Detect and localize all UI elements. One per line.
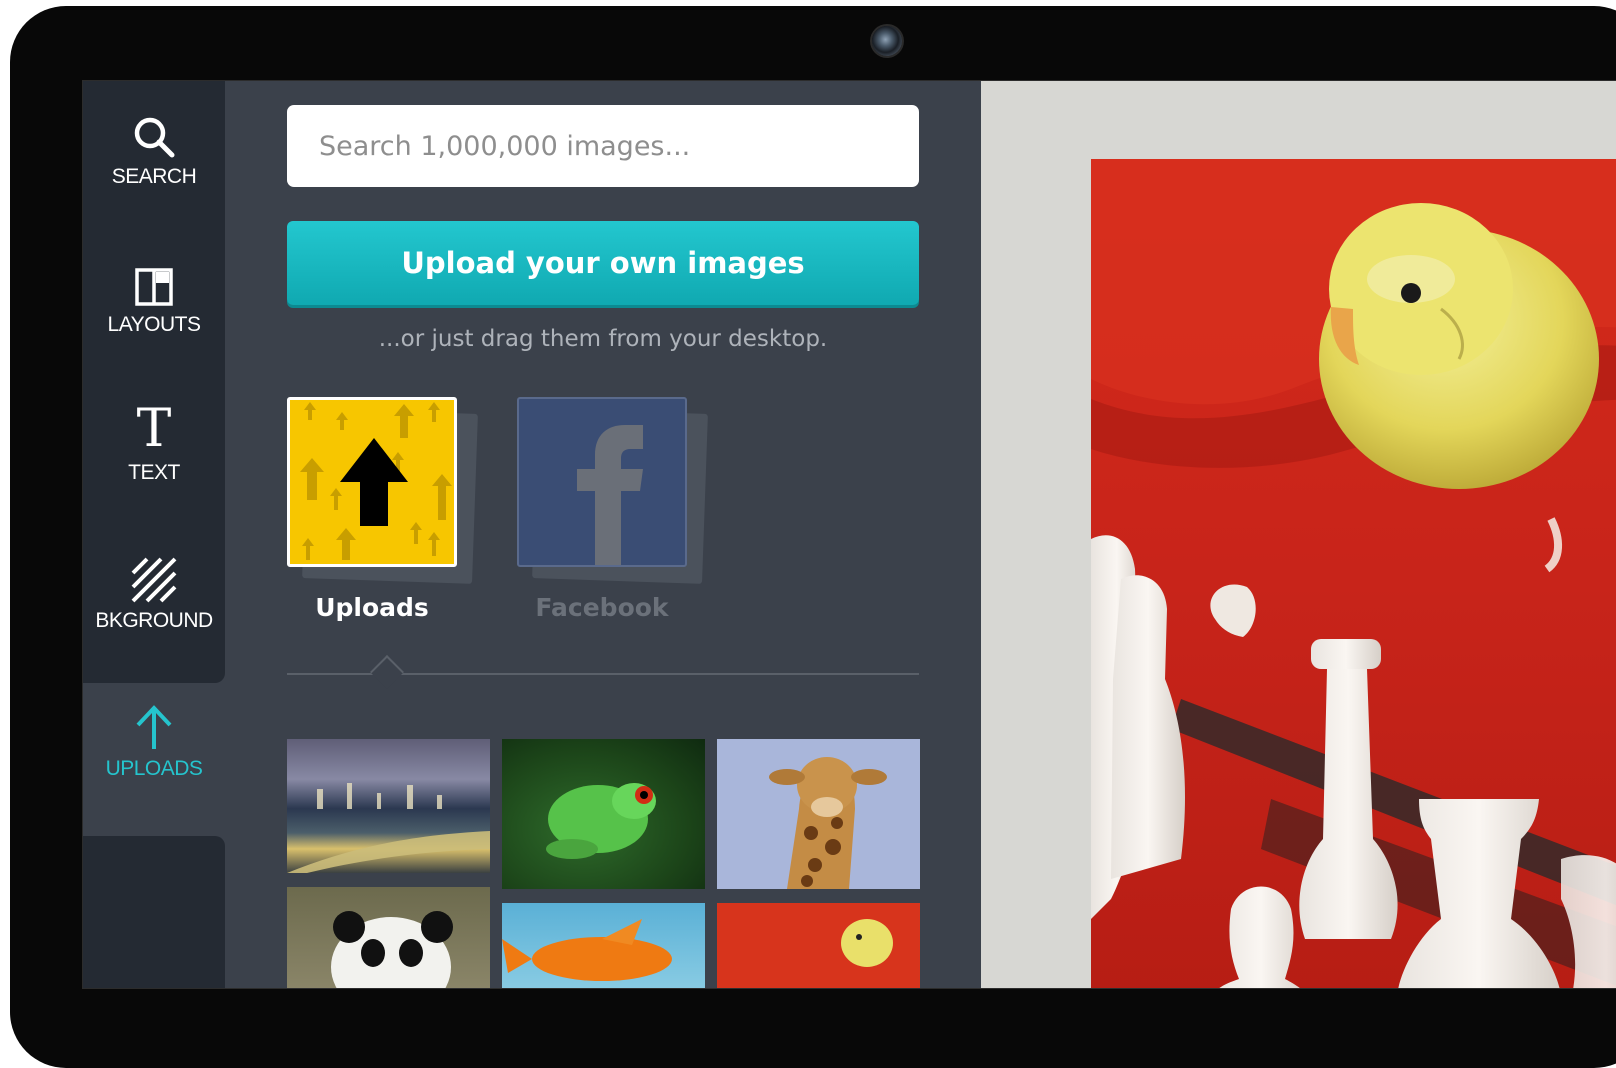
thumbnail-city-night[interactable] [287, 739, 490, 873]
active-tab-indicator [370, 655, 404, 689]
search-icon [132, 105, 176, 159]
source-facebook[interactable]: Facebook [517, 397, 717, 637]
thumbnail-panda[interactable] [287, 887, 490, 988]
thumbnail-parakeet[interactable] [717, 903, 920, 988]
thumbnail-goldfish[interactable] [502, 903, 705, 988]
webcam-icon [872, 26, 902, 56]
nav-item-label: LAYOUTS [107, 313, 201, 336]
left-nav: SEARCH LAYOUTS T TEXT BKGROUND UPLOADS [83, 81, 225, 988]
search-input[interactable] [287, 105, 919, 187]
nav-item-label: BKGROUND [95, 609, 213, 632]
nav-item-text[interactable]: T TEXT [83, 401, 225, 511]
thumbnail-giraffe[interactable] [717, 739, 920, 889]
thumbnail-tree-frog[interactable] [502, 739, 705, 889]
upload-arrow-icon [134, 697, 174, 751]
layouts-icon [134, 253, 174, 307]
drag-hint: ...or just drag them from your desktop. [378, 326, 828, 352]
editor-screen: SEARCH LAYOUTS T TEXT BKGROUND UPLOADS S… [82, 80, 1616, 989]
source-label: Facebook [535, 593, 669, 622]
source-label: Uploads [315, 593, 429, 622]
nav-item-layouts[interactable]: LAYOUTS [83, 253, 225, 363]
upload-images-button[interactable]: Upload your own images [287, 221, 919, 305]
canvas-photo[interactable] [1091, 159, 1616, 988]
nav-item-search[interactable]: SEARCH [83, 105, 225, 215]
nav-item-label: UPLOADS [105, 757, 203, 780]
nav-item-label: SEARCH [111, 165, 197, 188]
background-icon [131, 549, 177, 603]
facebook-icon [517, 397, 687, 567]
text-icon: T [136, 399, 172, 459]
nav-item-background[interactable]: BKGROUND [83, 549, 225, 659]
nav-item-label: TEXT [128, 461, 180, 484]
nav-item-uploads[interactable]: UPLOADS [83, 697, 225, 807]
design-canvas [981, 81, 1616, 988]
uploads-panel: Upload your own images ...or just drag t… [225, 81, 1115, 988]
source-uploads[interactable]: Uploads [287, 397, 487, 637]
uploads-icon [287, 397, 457, 567]
